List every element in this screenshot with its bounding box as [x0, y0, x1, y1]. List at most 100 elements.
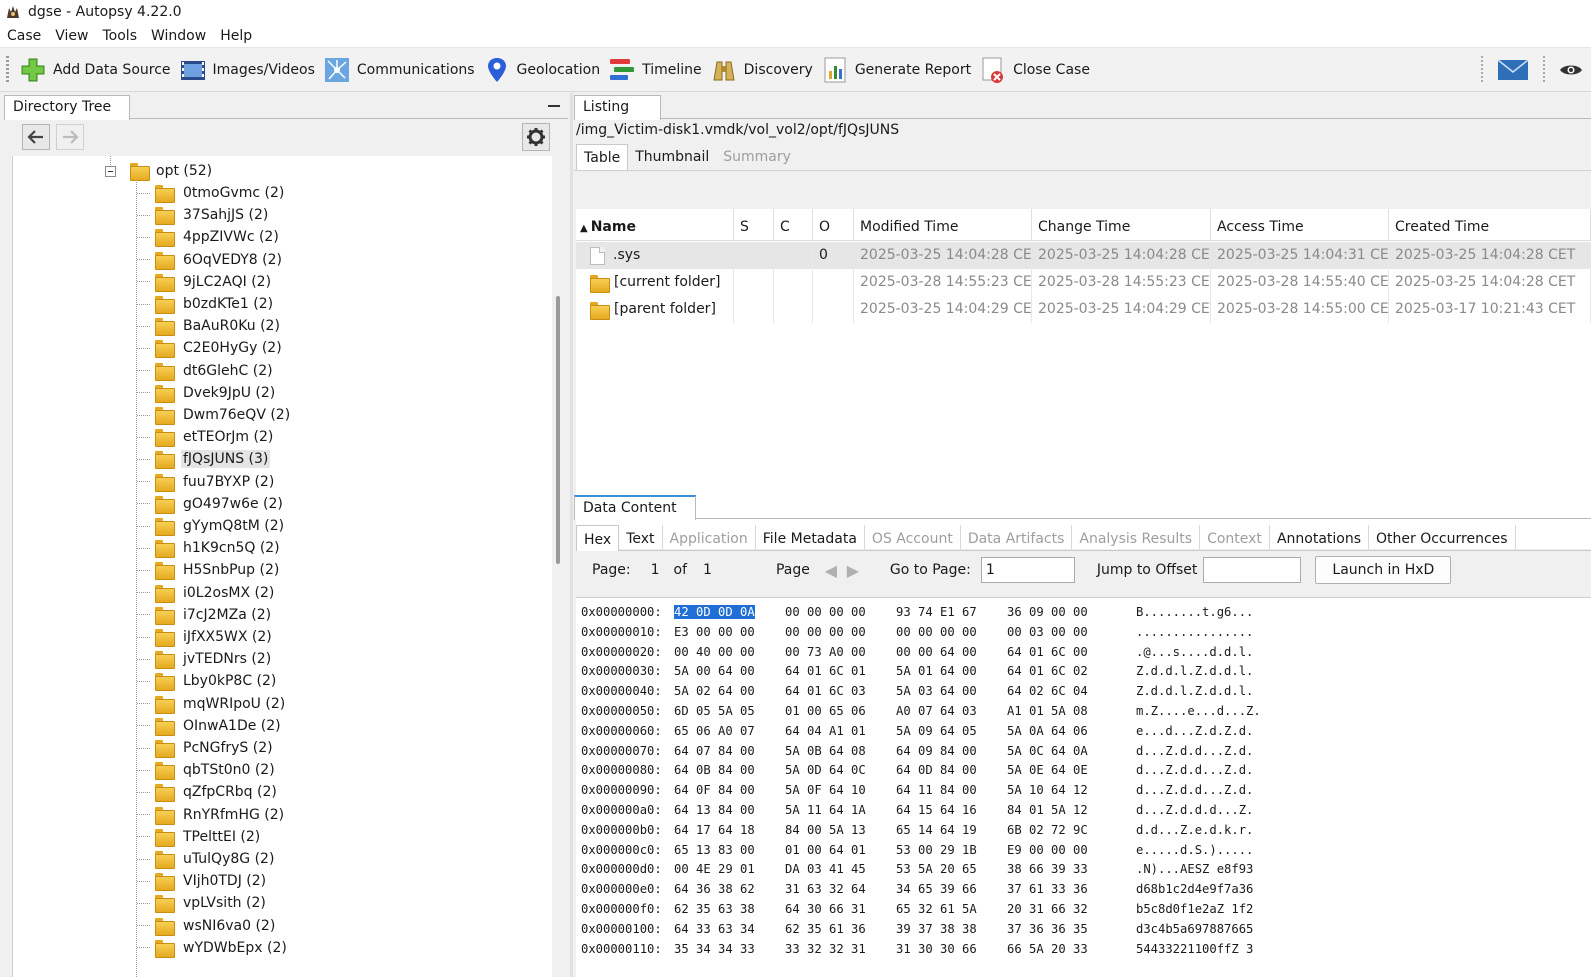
- scrollbar-thumb[interactable]: [556, 296, 560, 564]
- forward-arrow-icon[interactable]: [56, 124, 84, 150]
- tree-item[interactable]: TPelttEI (2): [137, 826, 262, 848]
- launch-in-hxd-button[interactable]: Launch in HxD: [1315, 556, 1452, 584]
- column-header-name[interactable]: ▲ Name: [576, 209, 734, 241]
- tree-item[interactable]: gO497w6e (2): [137, 493, 285, 515]
- tree-item[interactable]: mqWRIpoU (2): [137, 693, 287, 715]
- hex-bytes: 64 07 84 00: [674, 743, 755, 758]
- hex-bytes: 37 36 36 35: [1007, 921, 1088, 936]
- timeline-button[interactable]: Timeline: [604, 52, 706, 88]
- communications-button[interactable]: Communications: [319, 52, 479, 88]
- tree-item[interactable]: dt6GlehC (2): [137, 360, 275, 382]
- tree-item[interactable]: RnYRfmHG (2): [137, 804, 286, 826]
- column-header-created-time[interactable]: Created Time: [1389, 209, 1591, 241]
- menu-tools[interactable]: Tools: [96, 28, 145, 44]
- tree-item[interactable]: etTEOrJm (2): [137, 426, 275, 448]
- tree-item[interactable]: 37SahjJS (2): [137, 204, 270, 226]
- directory-tree-panel: Directory Tree opt (52) 0tmoGvmc (2) 37Sa…: [4, 93, 568, 977]
- eye-icon[interactable]: [1559, 61, 1583, 79]
- tree-item[interactable]: qbTSt0n0 (2): [137, 759, 277, 781]
- tab-context[interactable]: Context: [1200, 525, 1270, 551]
- tab-other-occurrences[interactable]: Other Occurrences: [1369, 525, 1516, 551]
- tree-item[interactable]: i7cJ2MZa (2): [137, 604, 273, 626]
- tree-item[interactable]: Lby0kP8C (2): [137, 670, 278, 692]
- tree-item[interactable]: Dwm76eQV (2): [137, 404, 292, 426]
- add-data-source-button[interactable]: Add Data Source: [15, 52, 175, 88]
- column-header-access-time[interactable]: Access Time: [1211, 209, 1389, 241]
- tree-item[interactable]: 4ppZIVWc (2): [137, 226, 281, 248]
- menu-case[interactable]: Case: [0, 28, 48, 44]
- folder-icon: [155, 473, 175, 492]
- prev-page-icon[interactable]: ◀: [820, 559, 842, 581]
- tab-thumbnail[interactable]: Thumbnail: [628, 144, 716, 170]
- column-header-change-time[interactable]: Change Time: [1032, 209, 1211, 241]
- tree-item[interactable]: VIjh0TDJ (2): [137, 870, 268, 892]
- gear-icon[interactable]: [522, 123, 550, 151]
- collapse-icon[interactable]: [105, 165, 116, 177]
- column-header-o[interactable]: O: [813, 209, 854, 241]
- tree-item[interactable]: Dvek9JpU (2): [137, 382, 277, 404]
- menu-help[interactable]: Help: [213, 28, 259, 44]
- tab-analysis-results[interactable]: Analysis Results: [1072, 525, 1201, 551]
- tree-item[interactable]: i0L2osMX (2): [137, 582, 276, 604]
- folder-icon: [155, 695, 175, 714]
- tree-item[interactable]: wsNI6va0 (2): [137, 915, 277, 937]
- tab-application[interactable]: Application: [663, 525, 756, 551]
- generate-report-button[interactable]: Generate Report: [817, 52, 975, 88]
- panel-splitter[interactable]: [570, 93, 573, 977]
- tab-file-metadata[interactable]: File Metadata: [756, 525, 865, 551]
- menu-view[interactable]: View: [48, 28, 95, 44]
- tree-item[interactable]: wYDWbEpx (2): [137, 937, 289, 959]
- table-row[interactable]: [parent folder] 2025-03-25 14:04:29 CET 20…: [576, 296, 1591, 323]
- minimize-panel-button[interactable]: [548, 105, 560, 107]
- tree-item[interactable]: vpLVsith (2): [137, 892, 268, 914]
- tab-os-account[interactable]: OS Account: [865, 525, 961, 551]
- tree-item[interactable]: gYymQ8tM (2): [137, 515, 286, 537]
- table-row[interactable]: .sys 0 2025-03-25 14:04:28 CET 2025-03-25 1…: [576, 242, 1591, 269]
- toolbar-grip[interactable]: [6, 55, 9, 84]
- tree-item[interactable]: jvTEDNrs (2): [137, 648, 273, 670]
- hex-viewer[interactable]: 0x00000000: 42 0D 0D 0A 00 00 00 00 93 74 E…: [576, 597, 1591, 977]
- tab-listing[interactable]: Listing: [574, 95, 661, 120]
- geolocation-button[interactable]: Geolocation: [479, 52, 605, 88]
- close-case-button[interactable]: Close Case: [975, 52, 1094, 88]
- tree-item[interactable]: b0zdKTe1 (2): [137, 293, 275, 315]
- folder-icon: [155, 318, 175, 337]
- tab-hex[interactable]: Hex: [576, 525, 620, 551]
- mail-icon[interactable]: [1497, 59, 1529, 81]
- tab-text[interactable]: Text: [619, 525, 663, 551]
- tree-item[interactable]: BaAuR0Ku (2): [137, 315, 282, 337]
- tab-data-artifacts[interactable]: Data Artifacts: [961, 525, 1073, 551]
- table-row[interactable]: [current folder] 2025-03-28 14:55:23 CET 2…: [576, 269, 1591, 296]
- goto-page-input[interactable]: 1: [980, 557, 1075, 583]
- discovery-button[interactable]: Discovery: [706, 52, 817, 88]
- back-arrow-icon[interactable]: [22, 124, 50, 150]
- tab-table[interactable]: Table: [576, 144, 629, 170]
- column-header-modified-time[interactable]: Modified Time: [854, 209, 1032, 241]
- tree-item[interactable]: C2E0HyGy (2): [137, 337, 284, 359]
- tree-item[interactable]: OInwA1De (2): [137, 715, 283, 737]
- menu-window[interactable]: Window: [144, 28, 213, 44]
- next-page-icon[interactable]: ▶: [842, 559, 864, 581]
- tree-item[interactable]: qZfpCRbq (2): [137, 781, 279, 803]
- tree-item[interactable]: uTulQy8G (2): [137, 848, 276, 870]
- tree-item[interactable]: 6OqVEDY8 (2): [137, 249, 284, 271]
- tab-summary[interactable]: Summary: [716, 144, 798, 170]
- column-header-c[interactable]: C: [774, 209, 813, 241]
- tab-directory-tree[interactable]: Directory Tree: [4, 95, 130, 120]
- column-header-s[interactable]: S: [734, 209, 774, 241]
- listing-panel: Listing /img_Victim-disk1.vmdk/vol_vol2/…: [574, 93, 1591, 977]
- jump-to-offset-input[interactable]: [1203, 557, 1302, 583]
- tree-item[interactable]: iJfXX5WX (2): [137, 626, 274, 648]
- tree-item[interactable]: H5SnbPup (2): [137, 559, 281, 581]
- tree-item[interactable]: fJQsJUNS (3): [137, 448, 271, 470]
- images-videos-button[interactable]: Images/Videos: [175, 52, 319, 88]
- tree-item[interactable]: fuu7BYXP (2): [137, 471, 276, 493]
- tab-annotations[interactable]: Annotations: [1270, 525, 1370, 551]
- tree-item[interactable]: PcNGfryS (2): [137, 737, 275, 759]
- tree-item[interactable]: 0tmoGvmc (2): [137, 182, 286, 204]
- tree-item[interactable]: 9jLC2AQI (2): [137, 271, 273, 293]
- tree-node-opt[interactable]: opt (52): [105, 160, 212, 182]
- tree-scrollbar[interactable]: [554, 156, 564, 977]
- tree-item[interactable]: h1K9cn5Q (2): [137, 537, 282, 559]
- tab-data-content[interactable]: Data Content: [574, 495, 696, 520]
